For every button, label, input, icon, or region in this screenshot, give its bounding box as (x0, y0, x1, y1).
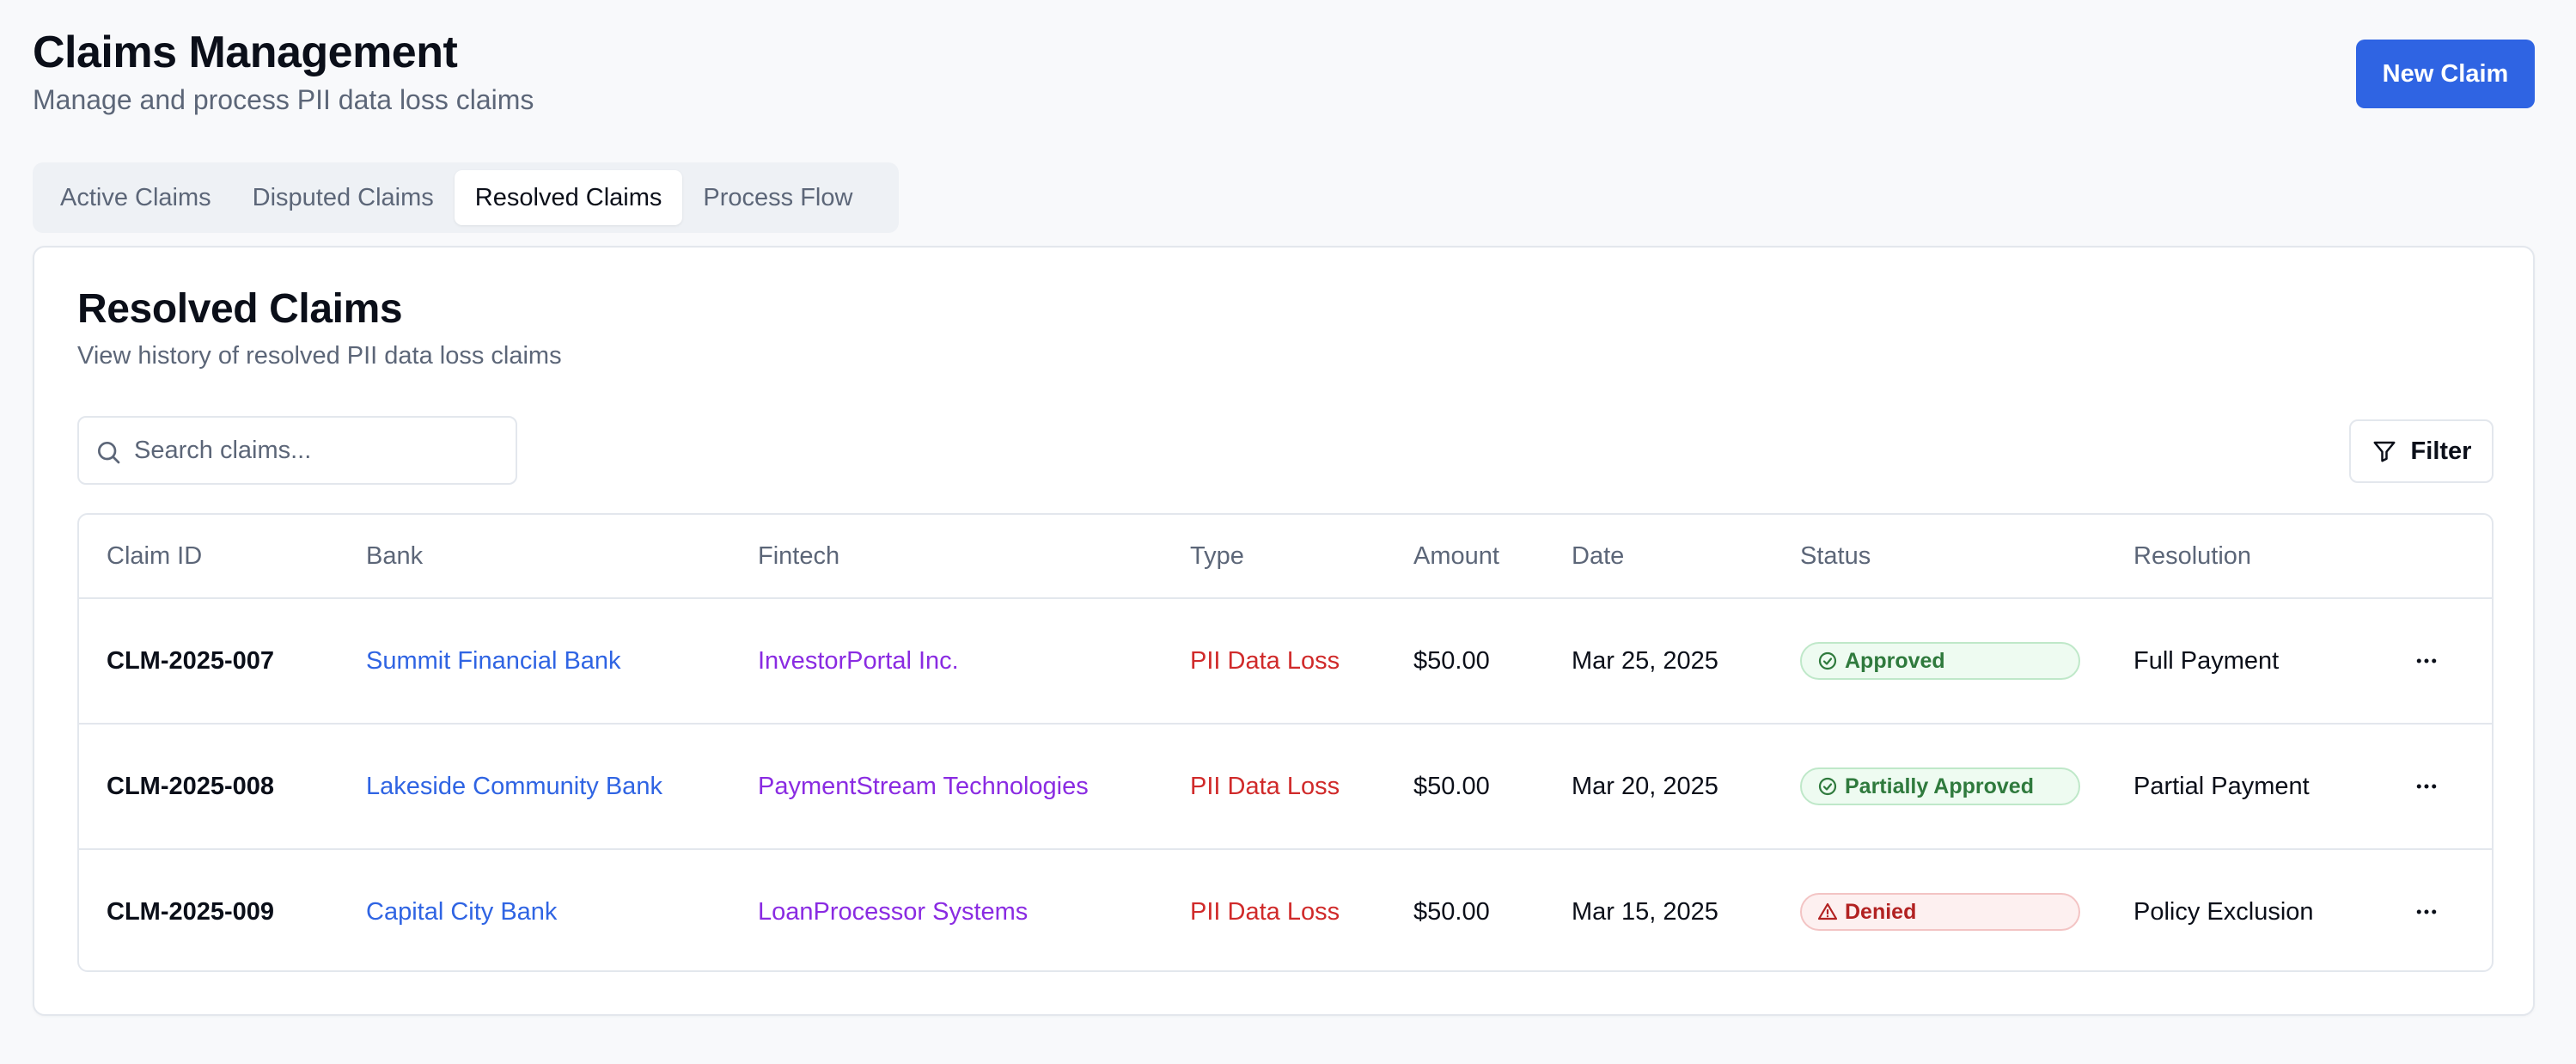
table-row[interactable]: CLM-2025-008 Lakeside Community Bank Pay… (79, 723, 2492, 848)
column-header-date[interactable]: Date (1572, 515, 1624, 597)
column-header-status[interactable]: Status (1800, 515, 1871, 597)
tab-active-claims[interactable]: Active Claims (40, 170, 232, 225)
resolution: Policy Exclusion (2133, 897, 2314, 926)
tab-disputed-claims[interactable]: Disputed Claims (232, 170, 455, 225)
claim-amount: $50.00 (1413, 646, 1490, 675)
tab-list: Active Claims Disputed Claims Resolved C… (33, 162, 899, 233)
more-horizontal-icon (2416, 658, 2437, 663)
resolved-claims-card: Resolved Claims View history of resolved… (33, 246, 2535, 1016)
claim-type: PII Data Loss (1190, 897, 1340, 926)
new-claim-button[interactable]: New Claim (2356, 40, 2535, 108)
column-header-bank[interactable]: Bank (366, 515, 423, 597)
resolution: Partial Payment (2133, 772, 2310, 800)
filter-icon (2373, 441, 2396, 462)
bank-link[interactable]: Summit Financial Bank (366, 599, 621, 723)
table-header-row: Claim ID Bank Fintech Type Amount Date S… (79, 515, 2492, 597)
row-actions-cell (2408, 599, 2445, 723)
claim-id: CLM-2025-009 (107, 897, 275, 926)
column-header-claim-id[interactable]: Claim ID (107, 515, 202, 597)
claim-type: PII Data Loss (1190, 772, 1340, 800)
column-header-amount[interactable]: Amount (1413, 515, 1499, 597)
fintech-link[interactable]: PaymentStream Technologies (758, 725, 1089, 848)
claim-amount: $50.00 (1413, 897, 1490, 926)
status-badge: Approved (1800, 642, 2080, 680)
row-actions-cell (2408, 850, 2445, 970)
claim-id: CLM-2025-008 (107, 772, 275, 800)
tab-process-flow[interactable]: Process Flow (682, 170, 873, 225)
claim-date: Mar 20, 2025 (1572, 772, 1718, 800)
claim-id: CLM-2025-007 (107, 646, 275, 675)
more-horizontal-icon (2416, 909, 2437, 914)
status-badge: Partially Approved (1800, 767, 2080, 805)
fintech-link[interactable]: InvestorPortal Inc. (758, 599, 959, 723)
column-header-type[interactable]: Type (1190, 515, 1244, 597)
column-header-resolution[interactable]: Resolution (2133, 515, 2251, 597)
status-label: Partially Approved (1845, 774, 2034, 798)
search-icon (98, 442, 120, 464)
claim-date: Mar 15, 2025 (1572, 897, 1718, 926)
more-actions-button[interactable] (2408, 642, 2445, 680)
status-cell: Partially Approved (1800, 725, 2080, 848)
column-header-fintech[interactable]: Fintech (758, 515, 839, 597)
more-actions-button[interactable] (2408, 767, 2445, 805)
card-title: Resolved Claims (77, 286, 403, 332)
claim-date: Mar 25, 2025 (1572, 646, 1718, 675)
claim-amount: $50.00 (1413, 772, 1490, 800)
status-cell: Denied (1800, 850, 2080, 970)
resolution: Full Payment (2133, 646, 2280, 675)
check-circle-icon (1818, 651, 1837, 670)
search-input[interactable] (134, 436, 495, 465)
status-label: Denied (1845, 899, 1917, 924)
filter-label: Filter (2410, 437, 2472, 465)
row-actions-cell (2408, 725, 2445, 848)
page-title: Claims Management (33, 28, 458, 77)
table-row[interactable]: CLM-2025-007 Summit Financial Bank Inves… (79, 597, 2492, 723)
status-cell: Approved (1800, 599, 2080, 723)
tab-resolved-claims[interactable]: Resolved Claims (454, 170, 683, 225)
claim-type: PII Data Loss (1190, 646, 1340, 675)
table-row[interactable]: CLM-2025-009 Capital City Bank LoanProce… (79, 848, 2492, 970)
check-circle-icon (1818, 777, 1837, 796)
warning-triangle-icon (1817, 902, 1838, 920)
status-badge: Denied (1800, 893, 2080, 931)
fintech-link[interactable]: LoanProcessor Systems (758, 850, 1028, 970)
search-box (77, 416, 517, 485)
more-actions-button[interactable] (2408, 893, 2445, 931)
bank-link[interactable]: Lakeside Community Bank (366, 725, 662, 848)
more-horizontal-icon (2416, 784, 2437, 789)
status-label: Approved (1845, 648, 1945, 673)
page-header: Claims Management Manage and process PII… (33, 26, 534, 117)
bank-link[interactable]: Capital City Bank (366, 850, 557, 970)
card-subtitle: View history of resolved PII data loss c… (77, 342, 562, 370)
claims-table: Claim ID Bank Fintech Type Amount Date S… (77, 513, 2494, 972)
page-subtitle: Manage and process PII data loss claims (33, 84, 534, 115)
filter-button[interactable]: Filter (2349, 419, 2494, 483)
